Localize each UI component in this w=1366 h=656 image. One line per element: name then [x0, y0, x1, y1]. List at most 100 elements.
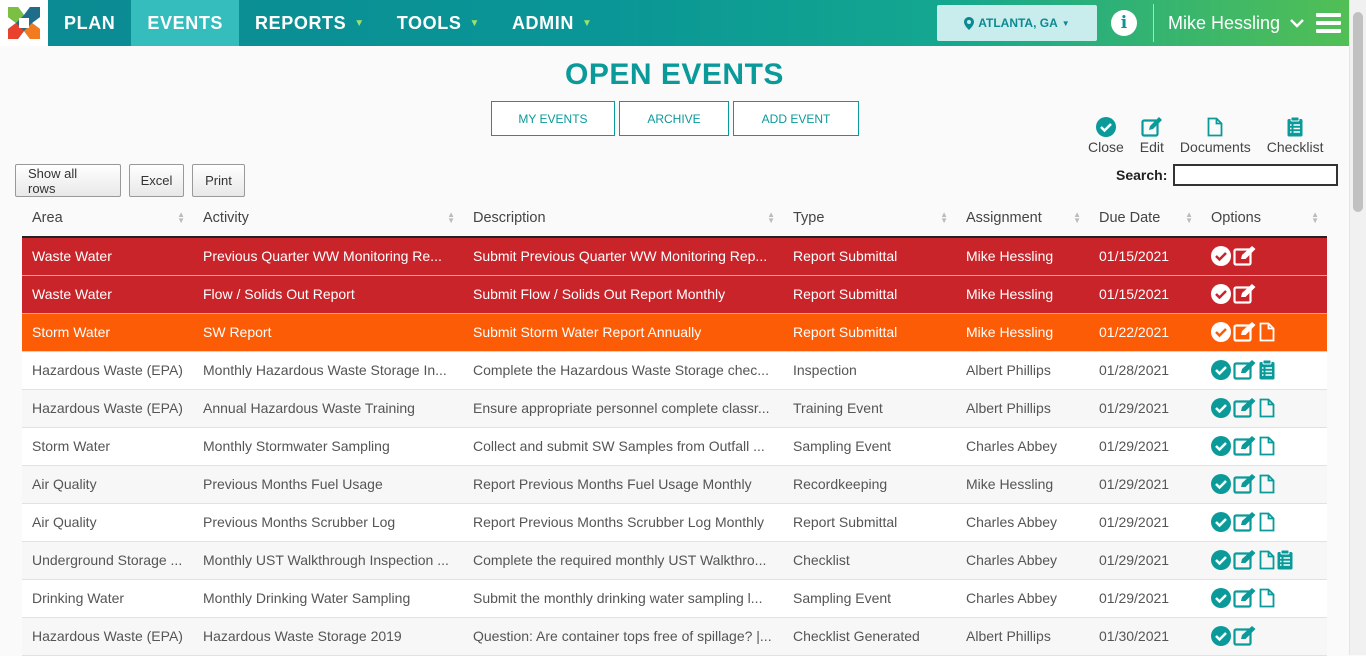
edit-icon[interactable]	[1233, 398, 1257, 418]
location-label: ATLANTA, GA	[978, 16, 1058, 30]
column-header-type[interactable]: Type ▲ ▼	[783, 200, 956, 238]
sort-icon: ▲ ▼	[940, 210, 948, 225]
checklist-icon[interactable]	[1277, 550, 1293, 570]
print-button[interactable]: Print	[192, 164, 245, 197]
table-row[interactable]: Storm Water SW Report Submit Storm Water R…	[22, 313, 1327, 352]
column-header-due-date[interactable]: Due Date ▲ ▼	[1089, 200, 1201, 238]
check-circle-icon[interactable]	[1211, 246, 1231, 267]
table-row[interactable]: Air Quality Previous Months Scrubber Log R…	[22, 503, 1327, 542]
check-circle-icon[interactable]	[1211, 474, 1231, 494]
type-cell: Report Submittal	[783, 313, 956, 352]
nav-events-label: EVENTS	[147, 12, 224, 33]
hamburger-menu-icon[interactable]	[1316, 13, 1341, 33]
check-circle-icon[interactable]	[1211, 398, 1231, 418]
info-icon[interactable]: i	[1110, 10, 1137, 36]
nav-events[interactable]: EVENTS	[131, 0, 240, 46]
check-circle-icon[interactable]	[1211, 626, 1231, 646]
add-event-button[interactable]: ADD EVENT	[733, 101, 859, 136]
column-header-options[interactable]: Options ▲ ▼	[1201, 200, 1327, 238]
table-row[interactable]: Air Quality Previous Months Fuel Usage Rep…	[22, 465, 1327, 504]
check-circle-icon[interactable]	[1211, 512, 1231, 532]
edit-icon[interactable]	[1233, 360, 1257, 380]
column-header-assignment[interactable]: Assignment ▲ ▼	[956, 200, 1089, 238]
check-circle-icon[interactable]	[1211, 360, 1231, 380]
table-row[interactable]: Underground Storage ... Monthly UST Walkt…	[22, 541, 1327, 580]
legend-checklist-label: Checklist	[1266, 139, 1324, 155]
assignment-cell: Mike Hessling	[956, 313, 1089, 352]
document-icon[interactable]	[1259, 398, 1275, 418]
nav-admin[interactable]: ADMIN ▼	[496, 0, 609, 46]
options-cell	[1201, 465, 1327, 504]
check-circle-icon	[1095, 117, 1116, 137]
edit-icon[interactable]	[1233, 474, 1257, 494]
edit-icon[interactable]	[1233, 512, 1257, 532]
edit-icon[interactable]	[1233, 284, 1257, 304]
user-menu[interactable]: Mike Hessling	[1168, 13, 1304, 34]
column-header-label: Area	[32, 210, 63, 226]
area-cell: Underground Storage ...	[22, 541, 193, 580]
document-icon[interactable]	[1259, 474, 1275, 494]
description-cell: Submit Flow / Solids Out Report Monthly	[463, 275, 783, 314]
check-circle-icon[interactable]	[1211, 588, 1231, 608]
app-logo[interactable]	[0, 0, 48, 46]
table-row[interactable]: Waste Water Previous Quarter WW Monitorin…	[22, 237, 1327, 276]
check-circle-icon[interactable]	[1211, 436, 1231, 456]
event-view-buttons: MY EVENTS ARCHIVE ADD EVENT	[491, 101, 859, 136]
check-circle-icon[interactable]	[1211, 550, 1231, 570]
edit-icon[interactable]	[1233, 322, 1257, 342]
document-icon[interactable]	[1259, 436, 1275, 456]
archive-button[interactable]: ARCHIVE	[619, 101, 729, 136]
check-circle-icon[interactable]	[1211, 322, 1231, 342]
column-header-area[interactable]: Area ▲ ▼	[22, 200, 193, 238]
search-label: Search:	[1116, 167, 1168, 183]
table-row[interactable]: Storm Water Monthly Stormwater Sampling Co…	[22, 427, 1327, 466]
assignment-cell: Charles Abbey	[956, 541, 1089, 580]
document-icon[interactable]	[1259, 512, 1275, 532]
page-title: OPEN EVENTS	[565, 58, 784, 91]
nav-reports[interactable]: REPORTS ▼	[239, 0, 381, 46]
column-header-description[interactable]: Description ▲ ▼	[463, 200, 783, 238]
show-all-rows-button[interactable]: Show all rows	[15, 164, 121, 197]
nav-plan[interactable]: PLAN	[48, 0, 131, 46]
column-header-label: Options	[1211, 210, 1261, 226]
chevron-down-icon: ▼	[354, 17, 365, 29]
edit-icon[interactable]	[1233, 436, 1257, 456]
table-row[interactable]: Drinking Water Monthly Drinking Water Sam…	[22, 579, 1327, 618]
type-cell: Report Submittal	[783, 275, 956, 314]
activity-cell: Hazardous Waste Storage 2019	[193, 617, 463, 656]
document-icon[interactable]	[1259, 588, 1275, 608]
sort-icon: ▲ ▼	[447, 210, 455, 225]
document-icon[interactable]	[1259, 322, 1275, 342]
document-icon	[1207, 117, 1223, 137]
column-header-label: Description	[473, 210, 546, 226]
edit-icon[interactable]	[1233, 588, 1257, 608]
legend-edit: Edit	[1132, 117, 1172, 155]
edit-icon[interactable]	[1233, 550, 1257, 570]
search-input[interactable]	[1173, 164, 1339, 186]
table-row[interactable]: Hazardous Waste (EPA) Monthly Hazardous W…	[22, 351, 1327, 390]
type-cell: Checklist Generated	[783, 617, 956, 656]
document-icon[interactable]	[1259, 550, 1275, 570]
area-cell: Hazardous Waste (EPA)	[22, 351, 193, 390]
activity-cell: SW Report	[193, 313, 463, 352]
nav-tools[interactable]: TOOLS ▼	[381, 0, 496, 46]
logo-icon	[8, 7, 40, 39]
activity-cell: Previous Months Fuel Usage	[193, 465, 463, 504]
legend-documents-label: Documents	[1179, 139, 1251, 155]
checklist-icon[interactable]	[1259, 360, 1275, 380]
edit-icon[interactable]	[1233, 626, 1257, 646]
scrollbar-thumb[interactable]	[1353, 12, 1363, 212]
check-circle-icon[interactable]	[1211, 284, 1231, 304]
description-cell: Ensure appropriate personnel complete cl…	[463, 389, 783, 428]
excel-button[interactable]: Excel	[129, 164, 184, 197]
edit-icon[interactable]	[1233, 246, 1257, 266]
vertical-scrollbar[interactable]	[1349, 0, 1366, 655]
location-dropdown[interactable]: ATLANTA, GA ▼	[936, 5, 1097, 41]
column-header-activity[interactable]: Activity ▲ ▼	[193, 200, 463, 238]
table-row[interactable]: Hazardous Waste (EPA) Annual Hazardous Wa…	[22, 389, 1327, 428]
chevron-down-icon: ▼	[469, 17, 480, 29]
table-row[interactable]: Hazardous Waste (EPA) Hazardous Waste Sto…	[22, 617, 1327, 656]
my-events-button[interactable]: MY EVENTS	[491, 101, 615, 136]
column-header-label: Type	[793, 210, 825, 226]
table-row[interactable]: Waste Water Flow / Solids Out Report Submi…	[22, 275, 1327, 314]
